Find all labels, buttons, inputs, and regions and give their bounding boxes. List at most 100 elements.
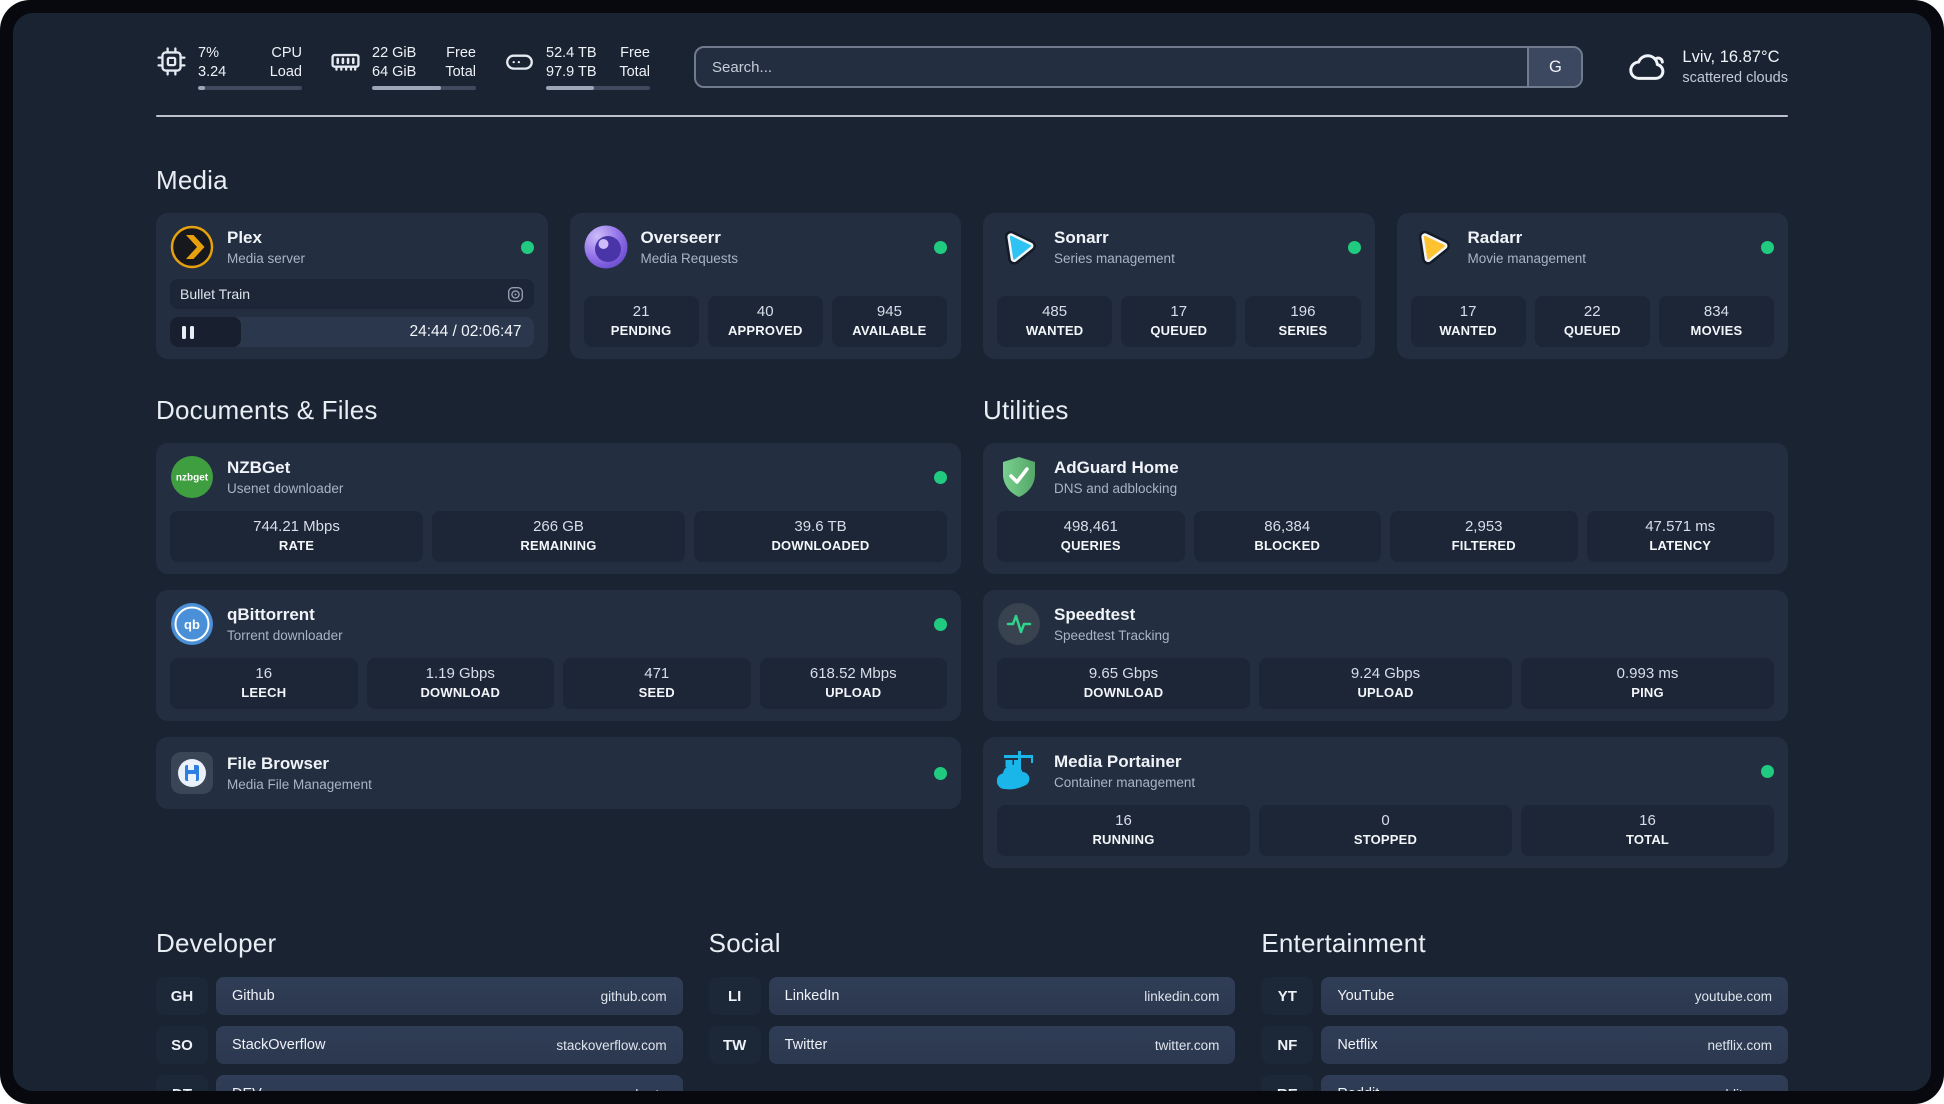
bookmark-abbr: YT	[1261, 977, 1314, 1015]
bookmark-name: LinkedIn	[784, 988, 840, 1004]
app-card-filebrowser[interactable]: File Browser Media File Management	[156, 737, 961, 809]
bookmark-abbr: GH	[156, 977, 208, 1015]
playback-progress-bar[interactable]: 24:44 / 02:06:47	[170, 317, 534, 347]
stat-queued: 22 QUEUED	[1534, 296, 1650, 347]
app-name: Radarr	[1467, 228, 1523, 247]
bookmark-abbr: LI	[708, 977, 761, 1015]
stat-rate: 744.21 Mbps RATE	[170, 511, 423, 562]
app-card-radarr[interactable]: Radarr Movie management 17 WANTED 22 QUEUE…	[1396, 213, 1788, 359]
search-engine-button[interactable]: G	[1527, 48, 1582, 86]
status-online-dot	[934, 470, 947, 484]
window-frame: 7% 3.24 CPU Load 22 GiB 64 GiB Free Total	[0, 0, 1944, 1104]
stat-leech: 16 LEECH	[170, 658, 358, 709]
app-card-portainer[interactable]: Media Portainer Container management 16 R…	[983, 737, 1788, 868]
app-description: DNS and adblocking	[1054, 481, 1178, 496]
dashboard: 7% 3.24 CPU Load 22 GiB 64 GiB Free Total	[13, 13, 1931, 1091]
bookmark-name: Reddit	[1337, 1086, 1379, 1091]
cpu-load: 3.24	[198, 63, 227, 80]
app-name: qBittorrent	[227, 605, 315, 624]
app-name: Plex	[227, 228, 262, 247]
bookmark-twitter[interactable]: TW Twitter twitter.com	[708, 1026, 1236, 1064]
pause-icon[interactable]	[182, 325, 194, 339]
stat-upload: 618.52 Mbps UPLOAD	[759, 658, 947, 709]
bookmark-stackoverflow[interactable]: SO StackOverflow stackoverflow.com	[156, 1026, 683, 1064]
bookmark-dev[interactable]: DT DEV dev.to	[156, 1075, 683, 1091]
cpu-percent: 7%	[198, 45, 219, 61]
app-description: Media File Management	[227, 777, 372, 792]
weather-condition: scattered clouds	[1682, 70, 1788, 86]
bookmark-linkedin[interactable]: LI LinkedIn linkedin.com	[708, 977, 1236, 1015]
bookmark-url: stackoverflow.com	[556, 1037, 667, 1053]
app-description: Media server	[227, 251, 306, 266]
bookmark-url: github.com	[600, 988, 667, 1004]
ram-total-label: Total	[445, 63, 476, 80]
section-title-developer: Developer	[156, 928, 277, 958]
stat-wanted: 17 WANTED	[1410, 296, 1526, 347]
stat-downloaded: 39.6 TB DOWNLOADED	[694, 511, 947, 562]
sonarr-logo	[1004, 230, 1036, 265]
status-online-dot	[934, 766, 947, 780]
status-online-dot	[1761, 240, 1774, 254]
weather-location-temp: Lviv, 16.87°C	[1682, 48, 1780, 66]
app-name: File Browser	[227, 754, 330, 773]
bookmark-abbr: NF	[1261, 1026, 1314, 1064]
app-description: Container management	[1054, 775, 1196, 790]
stat-upload: 9.24 Gbps UPLOAD	[1259, 658, 1512, 709]
documents-column: Documents & Files nzbget NZBGet Usenet d…	[156, 359, 961, 825]
bookmark-url: linkedin.com	[1144, 988, 1220, 1004]
bookmark-abbr: RE	[1261, 1075, 1314, 1091]
stat-running: 16 RUNNING	[997, 805, 1250, 856]
app-card-qbittorrent[interactable]: qb qBittorrent Torrent downloader 16 LEEC…	[156, 590, 961, 721]
stat-stopped: 0 STOPPED	[1259, 805, 1512, 856]
stat-approved: 40 APPROVED	[707, 296, 823, 347]
app-description: Torrent downloader	[227, 628, 343, 643]
ram-stat: 22 GiB 64 GiB Free Total	[330, 44, 476, 90]
stat-total: 16 TOTAL	[1521, 805, 1774, 856]
stat-filtered: 2,953 FILTERED	[1390, 511, 1578, 562]
speedtest-logo	[998, 603, 1040, 645]
bookmark-name: YouTube	[1337, 988, 1395, 1004]
weather-widget: Lviv, 16.87°C scattered clouds	[1627, 46, 1788, 88]
ram-free-label: Free	[446, 45, 476, 61]
bookmark-github[interactable]: GH Github github.com	[156, 977, 683, 1015]
stat-wanted: 485 WANTED	[997, 296, 1113, 347]
search-input[interactable]	[696, 48, 1528, 86]
ram-icon	[331, 53, 360, 71]
now-playing-title-row[interactable]: Bullet Train	[170, 279, 534, 309]
bookmark-youtube[interactable]: YT YouTube youtube.com	[1261, 977, 1788, 1015]
bookmark-url: youtube.com	[1694, 988, 1772, 1004]
app-description: Series management	[1054, 251, 1175, 266]
app-card-nzbget[interactable]: nzbget NZBGet Usenet downloader 744.21 M…	[156, 443, 961, 574]
app-card-plex[interactable]: Plex Media server Bullet Train 24:44 / 0…	[156, 213, 548, 359]
disk-stat: 52.4 TB 97.9 TB Free Total	[504, 44, 650, 90]
plex-logo	[170, 225, 214, 269]
svg-text:qb: qb	[184, 617, 200, 632]
section-title-media: Media	[156, 165, 228, 195]
app-card-sonarr[interactable]: Sonarr Series management 485 WANTED 17 QUE…	[983, 213, 1375, 359]
bookmark-name: Twitter	[784, 1037, 828, 1053]
bookmark-reddit[interactable]: RE Reddit reddit.com	[1261, 1075, 1788, 1091]
app-card-speedtest[interactable]: Speedtest Speedtest Tracking 9.65 Gbps DO…	[983, 590, 1788, 721]
bookmarks-entertainment: Entertainment YT YouTube youtube.com NF N…	[1261, 928, 1788, 1091]
portainer-logo	[997, 751, 1033, 790]
app-card-adguard[interactable]: AdGuard Home DNS and adblocking 498,461 Q…	[983, 443, 1788, 574]
bookmark-name: Github	[232, 988, 275, 1004]
section-title-entertainment: Entertainment	[1261, 928, 1426, 958]
app-card-overseerr[interactable]: Overseerr Media Requests 21 PENDING 40 APP…	[569, 213, 961, 359]
bookmark-netflix[interactable]: NF Netflix netflix.com	[1261, 1026, 1788, 1064]
stat-series: 196 SERIES	[1245, 296, 1361, 347]
stat-queued: 17 QUEUED	[1121, 296, 1237, 347]
cpu-stat: 7% 3.24 CPU Load	[156, 44, 302, 90]
bookmark-abbr: TW	[708, 1026, 761, 1064]
app-name: NZBGet	[227, 458, 291, 477]
playback-time: 24:44 / 02:06:47	[409, 323, 522, 340]
status-online-dot	[934, 240, 947, 254]
bookmark-abbr: SO	[156, 1026, 208, 1064]
app-description: Speedtest Tracking	[1054, 628, 1170, 643]
stat-movies: 834 MOVIES	[1658, 296, 1775, 347]
search-bar: G	[694, 46, 1584, 88]
disk-free: 52.4 TB	[546, 45, 597, 61]
disc-icon[interactable]	[507, 286, 524, 303]
section-title-utilities: Utilities	[983, 395, 1069, 425]
ram-free: 22 GiB	[372, 45, 417, 61]
